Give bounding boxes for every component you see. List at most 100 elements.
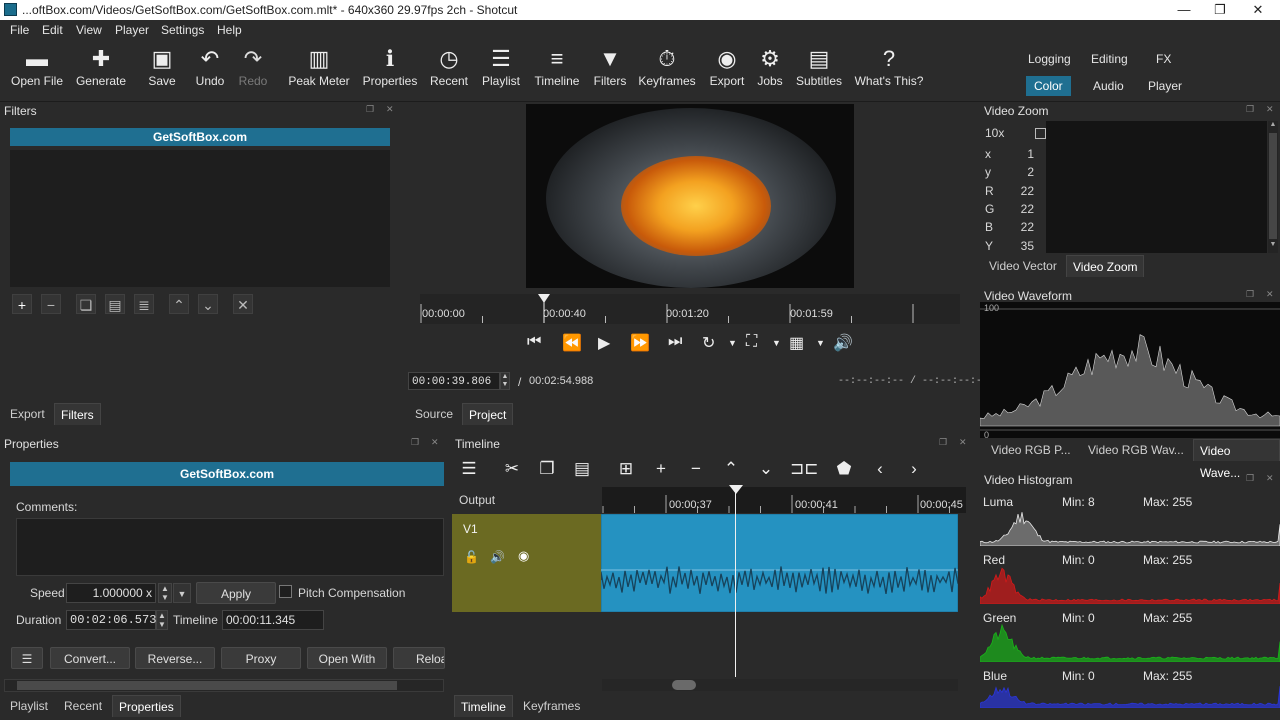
float-icon[interactable]: ❐ <box>1246 473 1254 484</box>
add-icon[interactable]: + <box>650 459 672 479</box>
play-icon[interactable]: ▶ <box>598 333 610 353</box>
menu-view[interactable]: View <box>76 23 102 37</box>
skip-end-icon[interactable]: ⏭ <box>668 333 682 351</box>
copy-icon[interactable]: ❐ <box>536 459 558 479</box>
video-clip[interactable] <box>601 514 958 612</box>
previous-icon[interactable]: ‹ <box>869 459 891 479</box>
scroll-up-icon[interactable]: ▲ <box>1268 121 1278 131</box>
track-header-v1[interactable]: V1 🔓 🔊 ◉ <box>452 514 601 612</box>
pitch-checkbox[interactable] <box>279 585 292 598</box>
layout-color[interactable]: Color <box>1026 76 1071 96</box>
timeline-button[interactable]: ≡ Timeline <box>532 44 582 98</box>
float-icon[interactable]: ❐ <box>1246 104 1254 115</box>
tab-playlist[interactable]: Playlist <box>4 695 54 717</box>
paste-filter-icon[interactable]: ▤ <box>105 294 125 314</box>
filters-list[interactable] <box>10 150 390 287</box>
mute-icon[interactable]: 🔊 <box>490 550 505 564</box>
close-icon[interactable]: ✕ <box>1266 104 1274 115</box>
zoom-view[interactable] <box>1046 121 1267 253</box>
subtitles-button[interactable]: ▤ Subtitles <box>794 44 844 98</box>
tab-properties[interactable]: Properties <box>112 695 181 717</box>
layout-logging[interactable]: Logging <box>1020 49 1079 69</box>
menu-file[interactable]: File <box>10 23 29 37</box>
save-preset-icon[interactable]: ≣ <box>134 294 154 314</box>
move-up-icon[interactable]: ⌃ <box>169 294 189 314</box>
open-file-button[interactable]: ▬ Open File <box>8 44 66 98</box>
duration-spin-icon[interactable]: ▲ ▼ <box>156 610 168 630</box>
convert-button[interactable]: Convert... <box>50 647 130 669</box>
split-icon[interactable]: ⊐⊏ <box>790 459 819 479</box>
timeline-scrollbar[interactable] <box>602 679 958 691</box>
properties-menu-button[interactable]: ☰ <box>11 647 43 669</box>
tab-project[interactable]: Project <box>462 403 514 425</box>
close-icon[interactable]: ✕ <box>1266 289 1274 300</box>
zoom-dropdown-icon[interactable]: ▼ <box>772 338 781 348</box>
redo-button[interactable]: ↷ Redo <box>234 44 272 98</box>
deselect-icon[interactable]: ✕ <box>233 294 253 314</box>
append-icon[interactable]: ⊞ <box>615 459 637 479</box>
player-ruler[interactable]: 00:00:00 00:00:40 00:01:20 00:01:59 <box>420 294 960 324</box>
next-icon[interactable]: › <box>903 459 925 479</box>
speed-field[interactable]: 1.000000 x <box>66 583 156 603</box>
float-icon[interactable]: ❐ <box>411 437 419 448</box>
tab-keyframes[interactable]: Keyframes <box>517 695 586 717</box>
recent-button[interactable]: ◷ Recent <box>428 44 470 98</box>
properties-button[interactable]: ℹ Properties <box>360 44 420 98</box>
lock-icon[interactable]: 🔓 <box>464 550 479 564</box>
apply-button[interactable]: Apply <box>196 582 276 604</box>
tab-source[interactable]: Source <box>409 403 459 425</box>
layout-editing[interactable]: Editing <box>1083 49 1136 69</box>
peak-meter-button[interactable]: ▥ Peak Meter <box>284 44 354 98</box>
paste-icon[interactable]: ▤ <box>571 459 593 479</box>
reverse-button[interactable]: Reverse... <box>135 647 215 669</box>
export-button[interactable]: ◉ Export <box>706 44 748 98</box>
volume-icon[interactable]: 🔊 <box>833 333 853 353</box>
timeline-playhead-line[interactable] <box>735 487 736 677</box>
float-icon[interactable]: ❐ <box>1246 289 1254 300</box>
loop-dropdown-icon[interactable]: ▼ <box>728 338 737 348</box>
zoom-checkbox[interactable] <box>1035 128 1046 139</box>
timeline-duration-field[interactable]: 00:00:11.345 <box>222 610 324 630</box>
loop-icon[interactable]: ↻ <box>702 333 715 353</box>
grid-icon[interactable]: ▦ <box>789 333 804 353</box>
tab-video-rgb-parade[interactable]: Video RGB P... <box>985 439 1077 461</box>
save-button[interactable]: ▣ Save <box>142 44 182 98</box>
reload-button[interactable]: Reloa <box>393 647 445 669</box>
tab-filters[interactable]: Filters <box>54 403 101 425</box>
copy-filter-icon[interactable]: ❏ <box>76 294 96 314</box>
lift-icon[interactable]: ⌃ <box>720 459 742 479</box>
position-field[interactable]: 00:00:39.806 <box>408 372 500 390</box>
remove-filter-icon[interactable]: − <box>41 294 61 314</box>
properties-scrollbar[interactable] <box>4 679 444 692</box>
close-icon[interactable]: ✕ <box>1266 473 1274 484</box>
menu-edit[interactable]: Edit <box>42 23 63 37</box>
zoom-scrollbar[interactable]: ▲ ▼ <box>1268 121 1278 253</box>
layout-player[interactable]: Player <box>1140 76 1190 96</box>
scrollbar-thumb[interactable] <box>1269 133 1277 239</box>
tab-recent[interactable]: Recent <box>58 695 108 717</box>
overwrite-icon[interactable]: ⌄ <box>755 459 777 479</box>
float-icon[interactable]: ❐ <box>939 437 947 448</box>
speed-dropdown-icon[interactable]: ▼ <box>173 583 191 603</box>
maximize-button[interactable]: ❐ <box>1202 0 1238 20</box>
add-filter-icon[interactable]: + <box>12 294 32 314</box>
menu-player[interactable]: Player <box>115 23 149 37</box>
timeline-playhead-handle[interactable] <box>729 485 743 494</box>
tab-export[interactable]: Export <box>4 403 51 425</box>
speed-spin-icon[interactable]: ▲ ▼ <box>158 583 172 603</box>
comments-field[interactable] <box>16 518 444 576</box>
minimize-button[interactable]: — <box>1166 0 1202 20</box>
open-with-button[interactable]: Open With <box>307 647 387 669</box>
position-spin-icon[interactable]: ▲ ▼ <box>500 372 510 390</box>
proxy-button[interactable]: Proxy <box>221 647 301 669</box>
keyframes-button[interactable]: ⏱ Keyframes <box>638 44 696 98</box>
layout-audio[interactable]: Audio <box>1085 76 1132 96</box>
timeline-ruler[interactable]: 00:00:37 00:00:41 00:00:45 <box>602 487 966 513</box>
float-icon[interactable]: ❐ <box>366 104 374 115</box>
undo-button[interactable]: ↶ Undo <box>190 44 230 98</box>
tab-timeline[interactable]: Timeline <box>454 695 513 717</box>
rewind-icon[interactable]: ⏪ <box>562 333 582 353</box>
grid-dropdown-icon[interactable]: ▼ <box>816 338 825 348</box>
close-icon[interactable]: ✕ <box>386 104 394 115</box>
close-icon[interactable]: ✕ <box>959 437 967 448</box>
